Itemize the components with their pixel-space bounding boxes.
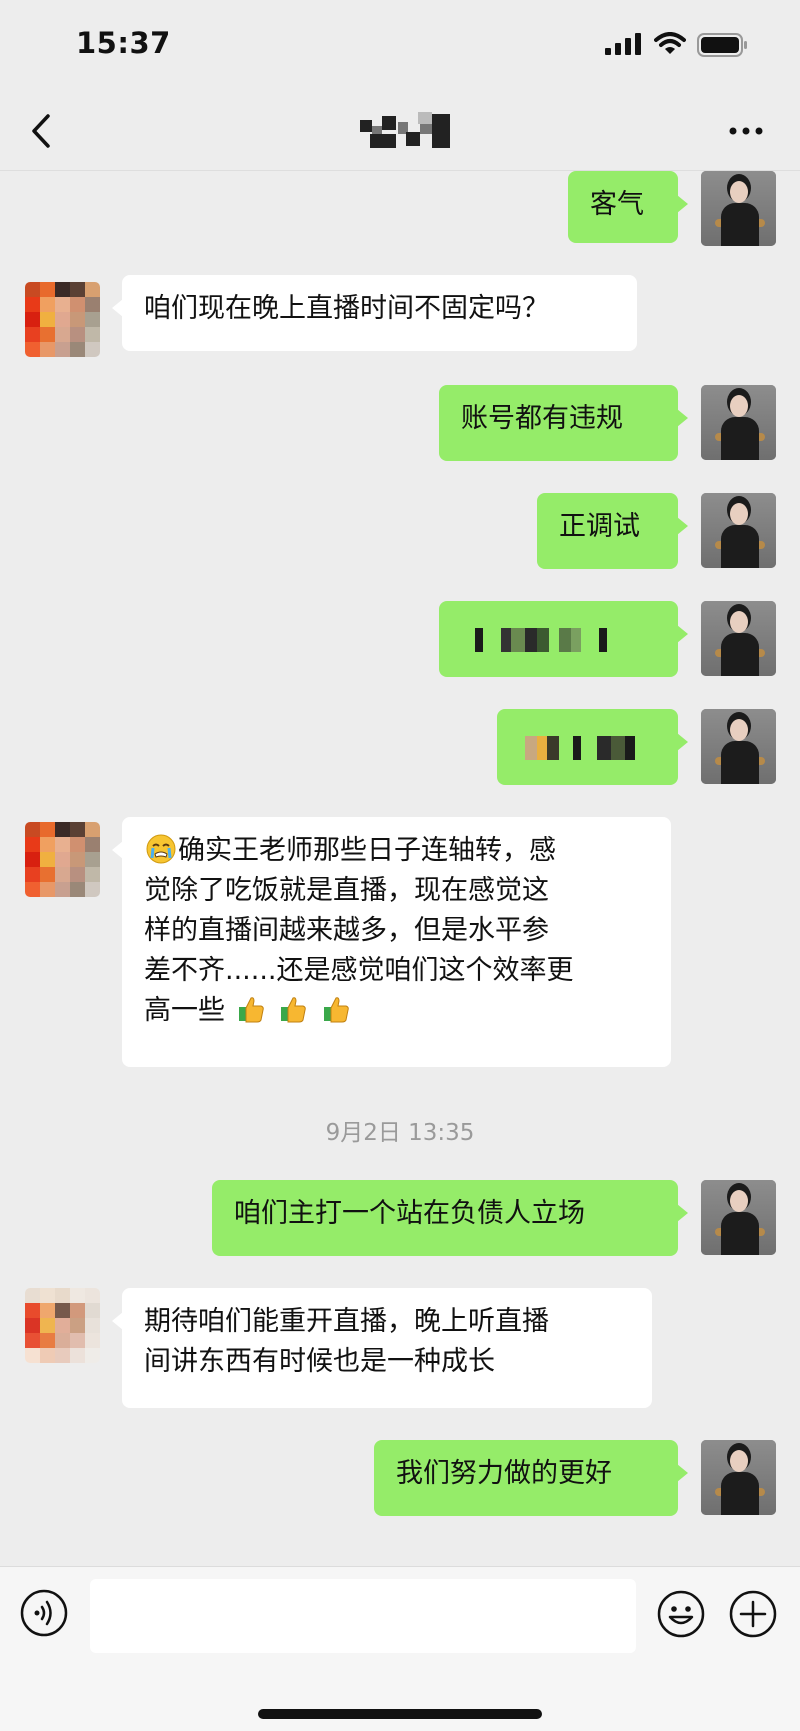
thumbs-up-icon	[323, 997, 349, 1023]
wifi-icon	[654, 32, 686, 54]
pixelated-message-bubble[interactable]	[439, 601, 688, 677]
nav-bar	[0, 90, 800, 171]
message-bubble[interactable]: 客气	[568, 171, 688, 243]
message-line: 确实王老师那些日子连轴转，感	[178, 835, 556, 866]
message-line: 高一些	[144, 995, 225, 1026]
status-bar: 15:37	[0, 0, 800, 90]
contact-avatar[interactable]	[25, 282, 100, 357]
smiley-icon[interactable]	[656, 1589, 706, 1639]
self-avatar[interactable]	[701, 493, 776, 568]
voice-icon[interactable]	[20, 1589, 68, 1637]
chat-area[interactable]: 客气 咱们现在晚上直播时间不固定吗？ 账号都有违规 正调试 确实王老师那些日子连…	[0, 171, 800, 1566]
message-input[interactable]	[90, 1579, 636, 1653]
message-bubble[interactable]: 咱们现在晚上直播时间不固定吗？	[112, 275, 637, 351]
pixelated-message-bubble[interactable]	[497, 709, 688, 785]
self-avatar[interactable]	[701, 1180, 776, 1255]
contact-name-pixelated	[360, 112, 452, 148]
battery-icon	[697, 33, 747, 57]
chevron-left-icon[interactable]	[26, 112, 60, 150]
thumbs-up-icon	[281, 997, 306, 1023]
input-bar	[0, 1566, 800, 1731]
pixelated-text	[475, 627, 607, 652]
message-bubble[interactable]: 确实王老师那些日子连轴转，感 觉除了吃饭就是直播，现在感觉这 样的直播间越来越多…	[112, 817, 671, 1067]
message-line: 期待咱们能重开直播，晚上听直播	[144, 1306, 549, 1337]
status-time: 15:37	[76, 26, 171, 60]
message-line: 间讲东西有时候也是一种成长	[144, 1346, 495, 1377]
home-indicator	[258, 1709, 542, 1719]
crying-face-icon	[146, 834, 176, 864]
message-bubble[interactable]: 正调试	[537, 493, 688, 569]
more-dots-icon[interactable]	[728, 126, 764, 136]
self-avatar[interactable]	[701, 385, 776, 460]
contact-avatar[interactable]	[25, 1288, 100, 1363]
plus-icon[interactable]	[728, 1589, 778, 1639]
message-bubble[interactable]: 账号都有违规	[439, 385, 688, 461]
self-avatar[interactable]	[701, 1440, 776, 1515]
self-avatar[interactable]	[701, 171, 776, 246]
self-avatar[interactable]	[701, 709, 776, 784]
pixelated-text	[525, 735, 635, 760]
message-bubble[interactable]: 期待咱们能重开直播，晚上听直播 间讲东西有时候也是一种成长	[112, 1288, 652, 1408]
signal-icon	[605, 33, 641, 55]
message-line: 样的直播间越来越多，但是水平参	[144, 915, 549, 946]
thumbs-up-icon	[238, 997, 264, 1023]
message-line: 差不齐......还是感觉咱们这个效率更	[144, 955, 574, 986]
message-line: 觉除了吃饭就是直播，现在感觉这	[144, 875, 549, 906]
contact-avatar[interactable]	[25, 822, 100, 897]
self-avatar[interactable]	[701, 601, 776, 676]
timestamp: 9月2日 13:35	[325, 1120, 475, 1146]
message-bubble[interactable]: 我们努力做的更好	[374, 1440, 688, 1516]
message-bubble[interactable]: 咱们主打一个站在负债人立场	[212, 1180, 688, 1256]
